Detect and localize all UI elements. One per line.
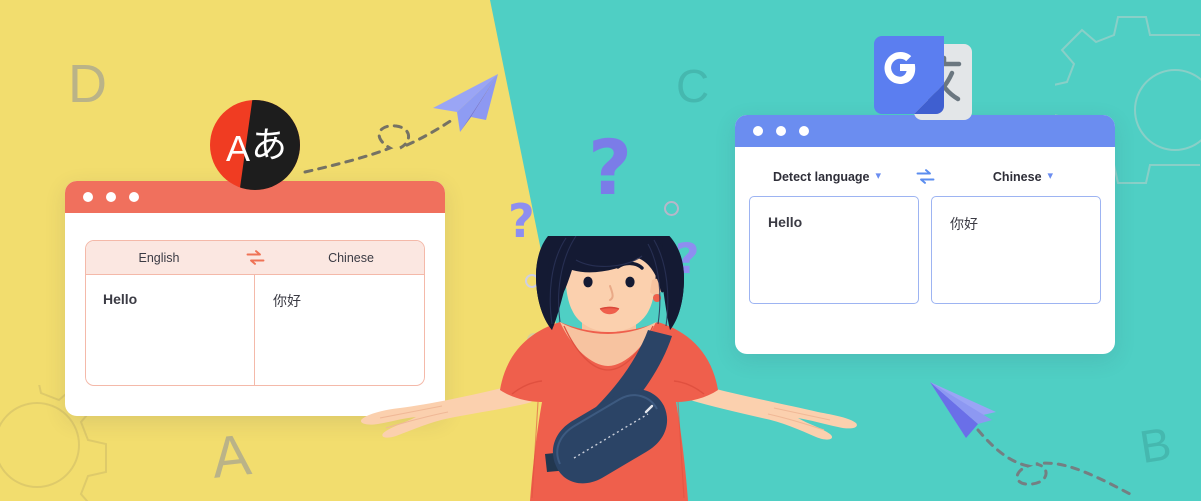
target-language-value: Chinese bbox=[992, 169, 1042, 184]
window-dot-3[interactable] bbox=[129, 192, 139, 202]
language-selector-row: Detect language ▾ Chinese ▾ bbox=[749, 169, 1101, 184]
target-language-dropdown[interactable]: Chinese ▾ bbox=[945, 170, 1101, 184]
window-dot-1[interactable] bbox=[753, 126, 763, 136]
background-letter-c: C bbox=[676, 60, 710, 112]
illustration-canvas: D C A B ? ? ? English Chinese Hello 你好 A… bbox=[0, 0, 1201, 501]
translate-app-icon: A あ bbox=[210, 100, 300, 190]
background-letter-a: A bbox=[208, 422, 254, 491]
shrugging-woman-illustration bbox=[360, 236, 857, 501]
question-mark-large: ? bbox=[588, 123, 633, 212]
source-text-cell[interactable]: Hello bbox=[86, 275, 254, 385]
ring-decoration-1 bbox=[664, 201, 679, 216]
source-language-label[interactable]: English bbox=[86, 251, 232, 265]
source-language-dropdown[interactable]: Detect language ▾ bbox=[749, 170, 905, 184]
chevron-down-icon: ▾ bbox=[875, 170, 882, 182]
badge-letter-a: A bbox=[226, 128, 250, 169]
window-dot-1[interactable] bbox=[83, 192, 93, 202]
source-language-value: Detect language bbox=[772, 169, 870, 184]
badge-letter-hiragana: あ bbox=[251, 125, 287, 166]
chevron-down-icon: ▾ bbox=[1047, 170, 1054, 182]
left-arm bbox=[360, 386, 532, 438]
target-text-output[interactable]: 你好 bbox=[931, 196, 1101, 304]
window-dot-3[interactable] bbox=[799, 126, 809, 136]
window-dot-2[interactable] bbox=[776, 126, 786, 136]
window-dot-2[interactable] bbox=[106, 192, 116, 202]
swap-languages-button[interactable] bbox=[905, 169, 945, 184]
swap-arrows-icon bbox=[916, 169, 934, 184]
right-arm bbox=[690, 388, 857, 440]
google-translate-icon bbox=[874, 36, 972, 120]
swap-arrows-icon bbox=[246, 250, 264, 265]
background-letter-d: D bbox=[68, 54, 107, 114]
swap-languages-button[interactable] bbox=[232, 250, 278, 265]
